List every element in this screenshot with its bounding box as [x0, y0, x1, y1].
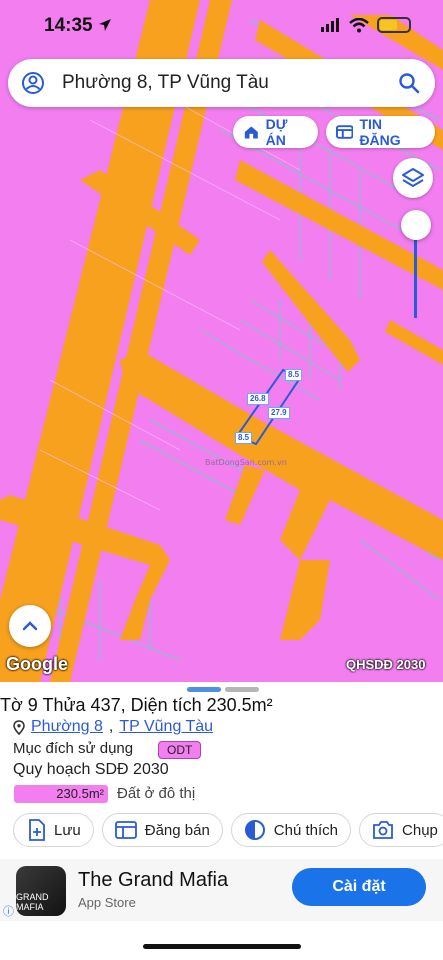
legend-label: Chú thích	[273, 821, 339, 839]
purpose-code-badge: ODT	[158, 741, 202, 759]
listing-icon	[114, 821, 137, 839]
bookmark-add-icon	[29, 819, 45, 841]
listing-icon	[336, 125, 354, 139]
location-arrow-icon	[98, 19, 111, 31]
action-bar: Lưu Đăng bán Chú thích Chụp	[13, 813, 443, 847]
capture-label: Chụp	[402, 821, 438, 839]
clock: 14:35	[44, 15, 112, 37]
search-icon[interactable]	[397, 71, 421, 95]
dim-right: 27.9	[268, 407, 290, 419]
plan-type: Đất ở đô thị	[117, 785, 196, 802]
sell-label: Đăng bán	[144, 821, 210, 839]
parcel-address: Phường 8, TP Vũng Tàu	[13, 718, 213, 736]
save-button[interactable]: Lưu	[13, 813, 94, 847]
app-icon: GRAND MAFIA	[16, 866, 66, 916]
map-pin-icon	[13, 719, 25, 735]
opacity-slider-handle[interactable]	[401, 210, 431, 240]
parcel-title: Tờ 9 Thửa 437, Diện tích 230.5m²	[0, 695, 273, 715]
ad-banner[interactable]: GRAND MAFIA The Grand Mafia App Store Cà…	[0, 859, 443, 921]
account-icon	[22, 72, 44, 94]
layer-label: QHSDĐ 2030	[346, 657, 426, 672]
save-label: Lưu	[54, 821, 81, 839]
wifi-icon	[349, 17, 369, 32]
purpose-label: Mục đích sử dụng	[13, 740, 134, 757]
ward-link[interactable]: Phường 8	[31, 718, 103, 736]
expand-button[interactable]	[9, 605, 51, 647]
layers-icon	[402, 168, 424, 187]
capture-button[interactable]: Chụp	[359, 813, 443, 847]
dim-top: 8.5	[285, 369, 303, 381]
tin-dang-button[interactable]: TIN ĐĂNG	[326, 116, 435, 148]
du-an-label: DỰ ÁN	[265, 116, 288, 148]
search-bar[interactable]: Phường 8, TP Vũng Tàu	[8, 59, 435, 107]
ad-info-icon[interactable]: ⓘ	[3, 903, 14, 919]
comma: ,	[108, 718, 114, 735]
chevron-up-icon	[22, 621, 38, 631]
contrast-icon	[244, 820, 265, 840]
dim-left: 26.8	[247, 393, 269, 405]
app-logo-text: GRAND MAFIA	[16, 892, 49, 912]
google-logo: Google	[6, 654, 68, 674]
search-query[interactable]: Phường 8, TP Vũng Tàu	[62, 72, 397, 94]
dim-bottom: 8.5	[235, 432, 253, 444]
house-icon	[244, 126, 258, 139]
du-an-button[interactable]: DỰ ÁN	[233, 116, 318, 148]
ad-store: App Store	[78, 895, 136, 910]
sheet-handle[interactable]	[187, 687, 259, 692]
sell-button[interactable]: Đăng bán	[101, 813, 223, 847]
battery-icon	[377, 17, 411, 33]
legend-button[interactable]: Chú thích	[230, 813, 352, 847]
install-button[interactable]: Cài đặt	[292, 868, 426, 906]
signal-icon	[321, 18, 339, 32]
home-indicator	[143, 944, 301, 949]
camera-icon	[373, 821, 393, 839]
ad-app-name: The Grand Mafia	[78, 869, 229, 891]
parcel-sheet: Tờ 9 Thửa 437, Diện tích 230.5m² Phường …	[0, 682, 443, 960]
city-link[interactable]: TP Vũng Tàu	[119, 718, 213, 736]
tin-dang-label: TIN ĐĂNG	[359, 116, 401, 148]
layers-button[interactable]	[393, 158, 433, 198]
plan-area-bar: 230.5m²	[14, 785, 108, 803]
svg-text:BatDongSan.com.vn: BatDongSan.com.vn	[205, 458, 287, 467]
status-bar: 14:35	[0, 0, 443, 52]
plan-label: Quy hoạch SDĐ 2030	[13, 761, 169, 778]
